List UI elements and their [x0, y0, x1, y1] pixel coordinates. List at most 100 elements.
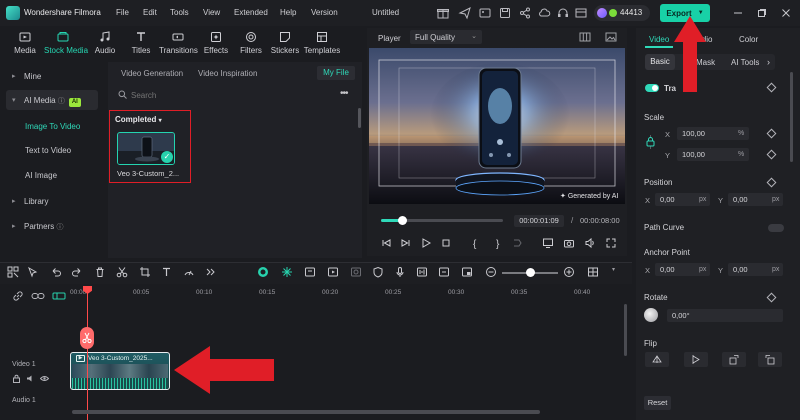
share-icon[interactable]: [518, 6, 532, 20]
menu-extended[interactable]: Extended: [234, 8, 268, 17]
properties-scrollbar[interactable]: [790, 72, 793, 162]
save-icon[interactable]: [498, 6, 512, 20]
render-icon[interactable]: [350, 266, 362, 278]
playback-progress-handle[interactable]: [398, 216, 407, 225]
tab-video-generation[interactable]: Video Generation: [121, 69, 183, 78]
toolbar-media[interactable]: Media: [6, 28, 44, 56]
flip-horizontal-button[interactable]: [684, 352, 708, 367]
flip-vertical-button[interactable]: [645, 352, 669, 367]
mark-out-icon[interactable]: }: [492, 237, 504, 249]
speed-icon[interactable]: [183, 266, 195, 278]
chain-icon[interactable]: [31, 290, 45, 302]
toolbar-audio[interactable]: Audio: [86, 28, 124, 56]
chevron-right-icon[interactable]: ›: [767, 57, 770, 67]
sidebar-item-ai-image[interactable]: AI Image: [25, 171, 57, 180]
zoom-out-icon[interactable]: [485, 266, 497, 278]
layout-icon[interactable]: [574, 6, 588, 20]
toolbar-filters[interactable]: Filters: [232, 28, 270, 56]
subtab-basic[interactable]: Basic: [645, 54, 675, 70]
rotate-right-button[interactable]: [722, 352, 746, 367]
grid-view-icon[interactable]: [579, 31, 591, 43]
maximize-icon[interactable]: [756, 7, 768, 19]
lock-ratio-icon[interactable]: [646, 135, 655, 149]
menu-version[interactable]: Version: [311, 8, 338, 17]
undo-icon[interactable]: [50, 266, 62, 278]
cloud-icon[interactable]: [537, 6, 551, 20]
redo-icon[interactable]: [71, 266, 83, 278]
fullscreen-icon[interactable]: [605, 237, 617, 249]
step-back-icon[interactable]: [380, 237, 392, 249]
sidebar-item-text-to-video[interactable]: Text to Video: [25, 146, 71, 155]
toolbar-transitions[interactable]: Transitions: [159, 28, 198, 56]
mark-in-icon[interactable]: {: [470, 237, 482, 249]
path-curve-toggle[interactable]: [768, 224, 784, 232]
menu-tools[interactable]: Tools: [170, 8, 189, 17]
render-preview-icon[interactable]: [512, 237, 524, 249]
gift-icon[interactable]: [436, 6, 450, 20]
send-icon[interactable]: [458, 6, 472, 20]
snapshot-image-icon[interactable]: [605, 31, 617, 43]
headset-icon[interactable]: [556, 6, 570, 20]
menu-edit[interactable]: Edit: [143, 8, 157, 17]
toolbar-stickers[interactable]: Stickers: [266, 28, 304, 56]
crop-icon[interactable]: [139, 266, 151, 278]
voiceover-icon[interactable]: [438, 266, 450, 278]
tab-video[interactable]: Video: [649, 35, 669, 44]
toolbar-effects[interactable]: Effects: [197, 28, 235, 56]
transform-toggle[interactable]: [645, 84, 659, 92]
toolbar-titles[interactable]: Titles: [122, 28, 160, 56]
text-tool-icon[interactable]: [161, 266, 173, 278]
speaker-icon[interactable]: [26, 374, 35, 383]
media-icon[interactable]: [478, 6, 492, 20]
rotate-dial[interactable]: [644, 308, 658, 322]
video-preview[interactable]: [369, 48, 625, 204]
toolbar-templates[interactable]: Templates: [303, 28, 341, 56]
camera-snapshot-icon[interactable]: [563, 237, 575, 249]
search-input[interactable]: [131, 89, 301, 101]
volume-icon[interactable]: [584, 237, 596, 249]
completed-dropdown[interactable]: Completed ▾: [115, 115, 162, 124]
playhead[interactable]: [87, 286, 88, 420]
layout-view-icon[interactable]: [587, 266, 599, 278]
scissors-icon[interactable]: [116, 266, 128, 278]
eye-icon[interactable]: [40, 374, 49, 383]
timeline-horizontal-scrollbar[interactable]: [72, 410, 540, 414]
picture-in-picture-icon[interactable]: [461, 266, 473, 278]
current-time[interactable]: 00:00:01:09: [514, 215, 564, 227]
more-tools-icon[interactable]: [205, 266, 217, 278]
credits-badge[interactable]: 44413: [594, 5, 650, 21]
split-scissors-button[interactable]: [80, 327, 94, 349]
step-forward-icon[interactable]: [400, 237, 412, 249]
minimize-icon[interactable]: [732, 7, 744, 19]
quality-select[interactable]: Full Quality ⌄: [410, 30, 482, 44]
my-file-button[interactable]: My File: [317, 66, 355, 80]
stop-icon[interactable]: [440, 237, 452, 249]
auto-ripple-icon[interactable]: [257, 266, 269, 278]
timeline-ruler[interactable]: [66, 286, 632, 300]
tab-video-inspiration[interactable]: Video Inspiration: [198, 69, 257, 78]
sidebar-item-partners[interactable]: ▸ Partners ⓘ: [6, 216, 98, 236]
menu-view[interactable]: View: [203, 8, 220, 17]
subtab-ai-tools[interactable]: AI Tools: [731, 58, 759, 67]
timeline-vertical-scrollbar[interactable]: [624, 304, 627, 356]
reset-button[interactable]: Reset: [644, 396, 671, 410]
media-scrollbar[interactable]: [358, 108, 361, 128]
link-icon[interactable]: [12, 290, 24, 302]
shield-icon[interactable]: [372, 266, 384, 278]
sidebar-item-image-to-video[interactable]: Image To Video: [25, 122, 80, 131]
play-icon[interactable]: [420, 237, 432, 249]
timeline-settings-chevron-icon[interactable]: ▾: [612, 266, 624, 278]
marker-icon[interactable]: [304, 266, 316, 278]
track-magnet-icon[interactable]: [52, 290, 66, 302]
rotate-left-button[interactable]: [758, 352, 782, 367]
tab-color[interactable]: Color: [739, 35, 758, 44]
toolbar-stock-media[interactable]: Stock Media: [44, 28, 88, 56]
snap-icon[interactable]: [281, 266, 293, 278]
delete-icon[interactable]: [94, 266, 106, 278]
menu-file[interactable]: File: [116, 8, 129, 17]
rotate-field[interactable]: 0,00°: [667, 309, 783, 322]
more-options-icon[interactable]: •••: [340, 88, 348, 99]
close-icon[interactable]: [780, 7, 792, 19]
monitor-icon[interactable]: [542, 237, 554, 249]
auto-highlight-icon[interactable]: [327, 266, 339, 278]
